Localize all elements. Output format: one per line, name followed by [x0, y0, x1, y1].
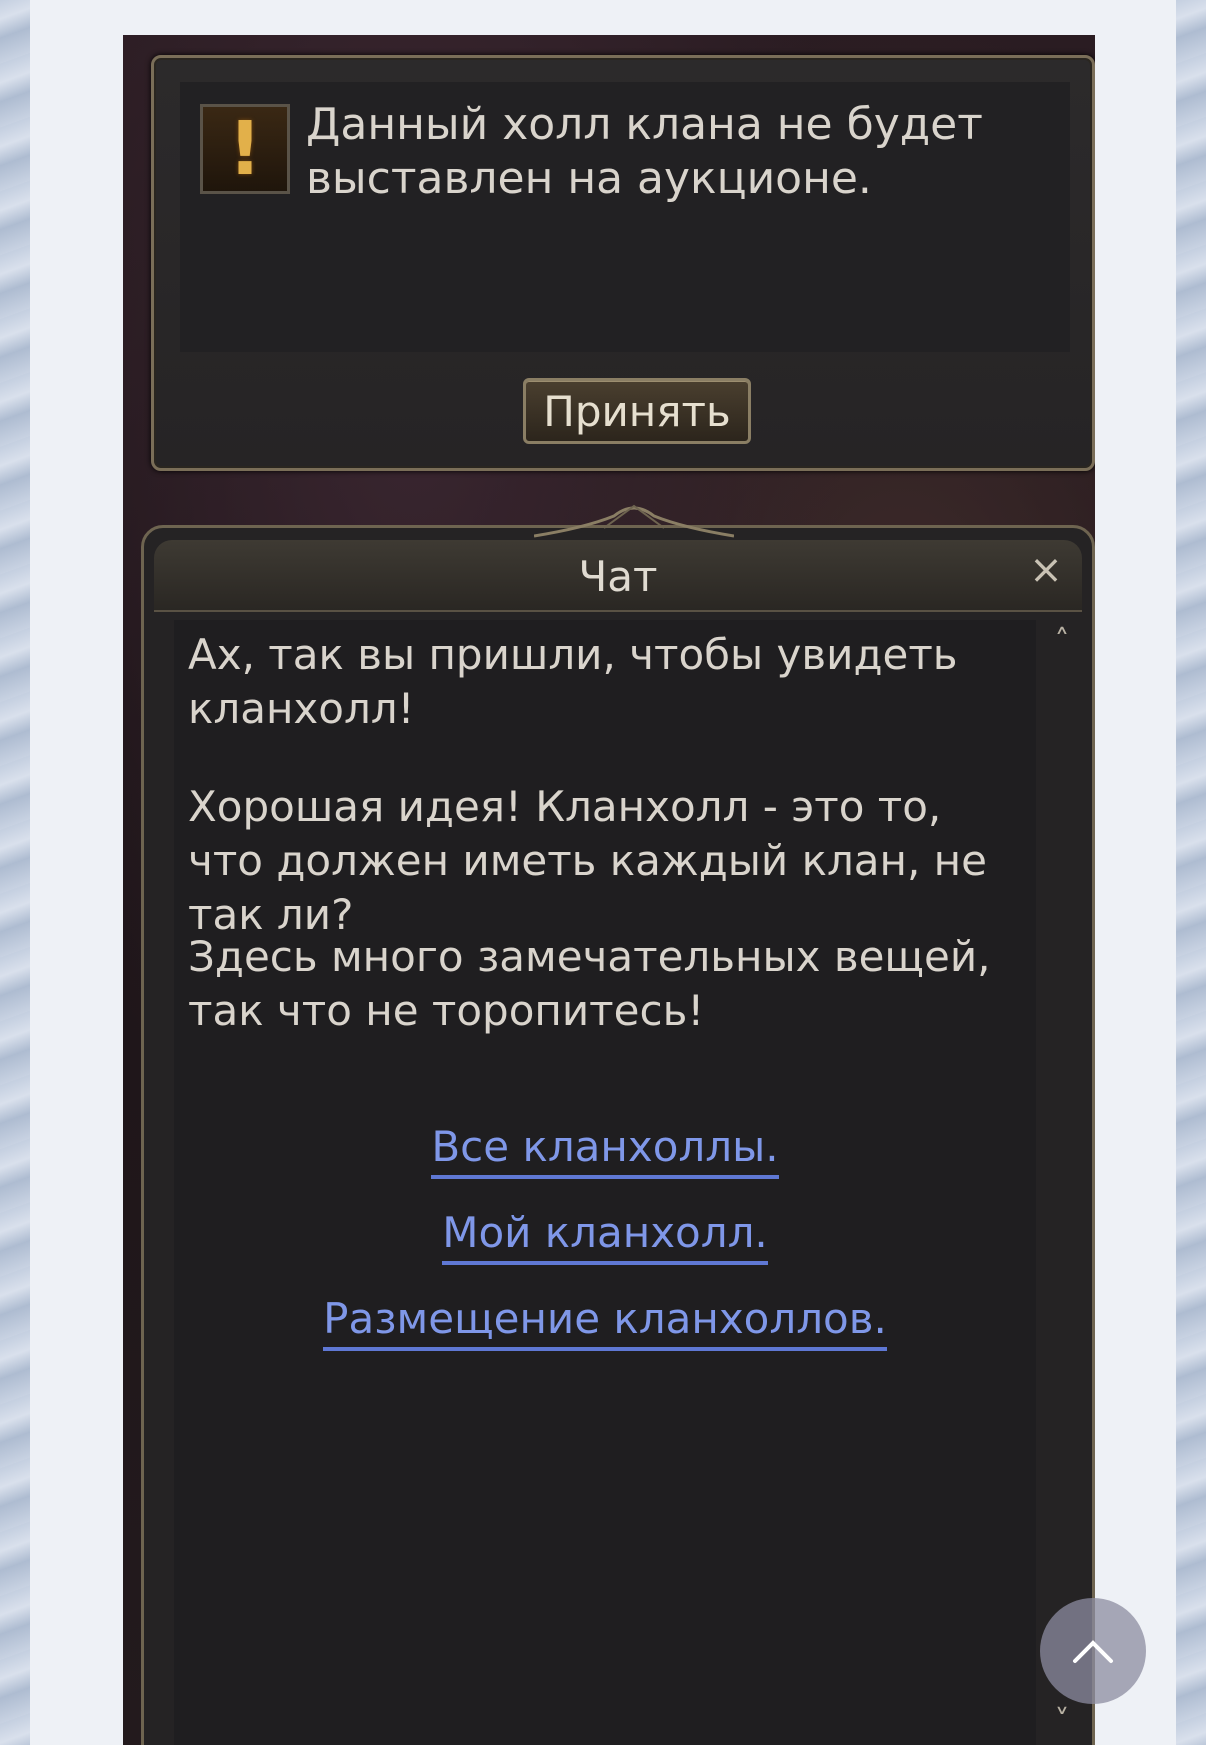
link-my-clanhall-text[interactable]: Мой кланхолл.	[442, 1208, 768, 1265]
back-to-top-button[interactable]	[1040, 1598, 1146, 1704]
arrow-up-icon	[1073, 1640, 1113, 1663]
link-clanhall-placement: Размещение кланхоллов.	[174, 1292, 1036, 1351]
chat-content: Ах, так вы пришли, чтобы увидеть кланхол…	[174, 620, 1070, 1745]
chat-header: Чат ×	[154, 540, 1082, 612]
game-screenshot: ! Данный холл клана не будет выставлен н…	[123, 35, 1095, 1745]
link-all-clanhalls-text[interactable]: Все кланхоллы.	[431, 1122, 779, 1179]
link-my-clanhall: Мой кланхолл.	[174, 1206, 1036, 1265]
background-left	[0, 0, 30, 1745]
warning-icon: !	[200, 104, 290, 194]
chat-title: Чат	[578, 552, 658, 601]
chat-paragraph: Ах, так вы пришли, чтобы увидеть кланхол…	[188, 630, 958, 733]
chat-window: Чат × Ах, так вы пришли, чтобы увидеть к…	[141, 504, 1095, 1745]
chat-paragraph: Хорошая идея! Кланхолл - это то, что дол…	[188, 782, 987, 939]
chevron-down-icon[interactable]: ˅	[1044, 1704, 1080, 1740]
ornament-icon	[534, 504, 734, 538]
notice-message: Данный холл клана не будет выставлен на …	[306, 99, 983, 204]
link-all-clanhalls: Все кланхоллы.	[174, 1120, 1036, 1179]
close-icon[interactable]: ×	[1024, 548, 1068, 592]
link-clanhall-placement-text[interactable]: Размещение кланхоллов.	[323, 1294, 887, 1351]
chat-paragraph: Здесь много замечательных вещей, так что…	[188, 932, 991, 1035]
accept-button[interactable]: Принять	[523, 378, 751, 444]
page-content: ! Данный холл клана не будет выставлен н…	[30, 0, 1176, 1745]
background-right	[1176, 0, 1206, 1745]
notice-dialog: ! Данный холл клана не будет выставлен н…	[151, 55, 1095, 471]
notice-body: ! Данный холл клана не будет выставлен н…	[180, 82, 1070, 352]
chevron-up-icon[interactable]: ˄	[1044, 624, 1080, 660]
